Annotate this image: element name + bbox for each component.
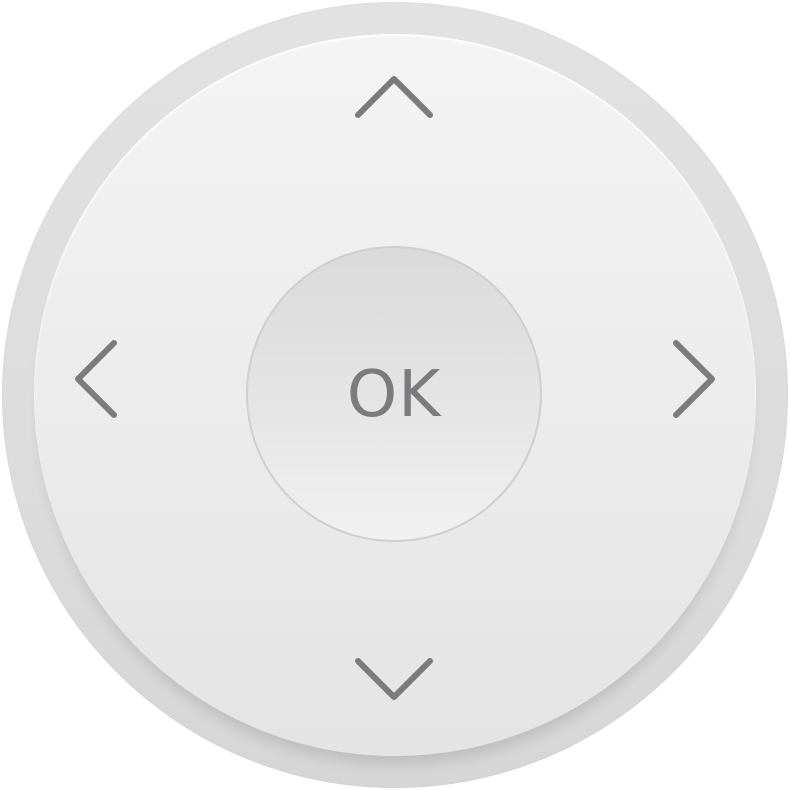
chevron-right-icon	[673, 340, 715, 418]
up-button[interactable]	[335, 60, 455, 140]
down-button[interactable]	[335, 640, 455, 720]
right-button[interactable]	[645, 320, 735, 440]
chevron-left-icon	[75, 340, 117, 418]
ok-button[interactable]: OK	[246, 246, 542, 542]
chevron-up-icon	[355, 76, 433, 118]
left-button[interactable]	[55, 320, 145, 440]
ok-label: OK	[346, 358, 442, 432]
chevron-down-icon	[355, 658, 433, 700]
